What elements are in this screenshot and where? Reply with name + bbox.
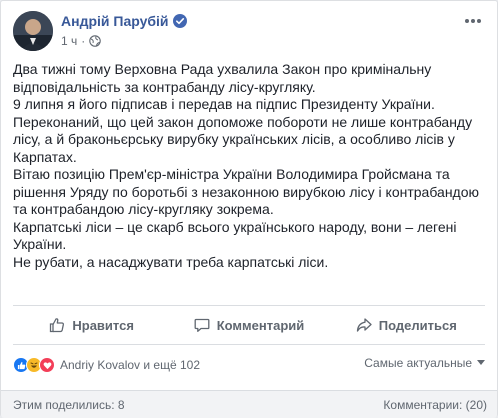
post-meta: 1 ч ·: [61, 34, 102, 48]
comment-sort-label: Самые актуальные: [364, 356, 472, 370]
like-button[interactable]: Нравится: [13, 306, 170, 344]
meta-separator: ·: [81, 34, 86, 48]
post-paragraph: Не рубати, а насаджувати треба карпатськ…: [13, 253, 329, 270]
post-paragraph: Вітаю позицію Прем'єр-міністра України В…: [13, 166, 480, 217]
reaction-icons[interactable]: [13, 357, 55, 373]
facebook-post: Андрій Парубій 1 ч · Два тижні тому Верх…: [0, 0, 498, 418]
share-icon: [356, 318, 372, 332]
post-footer: Этим поделились: 8 Комментарии: (20): [1, 390, 497, 418]
shares-count[interactable]: Этим поделились: 8: [13, 398, 125, 412]
comments-count[interactable]: Комментарии: (20): [383, 398, 487, 412]
globe-icon: [89, 35, 102, 47]
post-body: Два тижні тому Верховна Рада ухвалила За…: [13, 61, 485, 271]
comment-icon: [194, 318, 210, 332]
verified-badge-icon: [172, 14, 187, 28]
post-time[interactable]: 1 ч: [61, 34, 77, 48]
share-button[interactable]: Поделиться: [328, 306, 485, 344]
author-avatar[interactable]: [13, 11, 53, 51]
author-name[interactable]: Андрій Парубій: [61, 13, 169, 29]
author-line: Андрій Парубій: [61, 13, 187, 29]
more-options-icon[interactable]: [461, 11, 485, 31]
comment-sort-dropdown[interactable]: Самые актуальные: [364, 356, 485, 370]
post-paragraph: Два тижні тому Верховна Рада ухвалила За…: [13, 61, 432, 95]
comment-button[interactable]: Комментарий: [170, 306, 327, 344]
love-reaction-icon: [39, 357, 55, 373]
post-paragraph: Переконаний, що цей закон допоможе побор…: [13, 113, 473, 165]
reactions-row: Andriy Kovalov и ещё 102 Самые актуальны…: [13, 353, 485, 377]
post-paragraph: Карпатські ліси – це скарб всього україн…: [13, 218, 457, 253]
like-label: Нравится: [72, 317, 134, 333]
comment-label: Комментарий: [216, 317, 305, 333]
share-label: Поделиться: [378, 317, 457, 333]
post-header: Андрій Парубій 1 ч ·: [13, 11, 485, 57]
post-paragraph: 9 липня я його підписав і передав на під…: [13, 96, 435, 112]
reactions-summary[interactable]: Andriy Kovalov и ещё 102: [60, 358, 200, 372]
post-actions-bar: Нравится Комментарий Поделиться: [13, 305, 485, 345]
thumbs-up-icon: [50, 318, 65, 333]
chevron-down-icon: [477, 360, 485, 365]
